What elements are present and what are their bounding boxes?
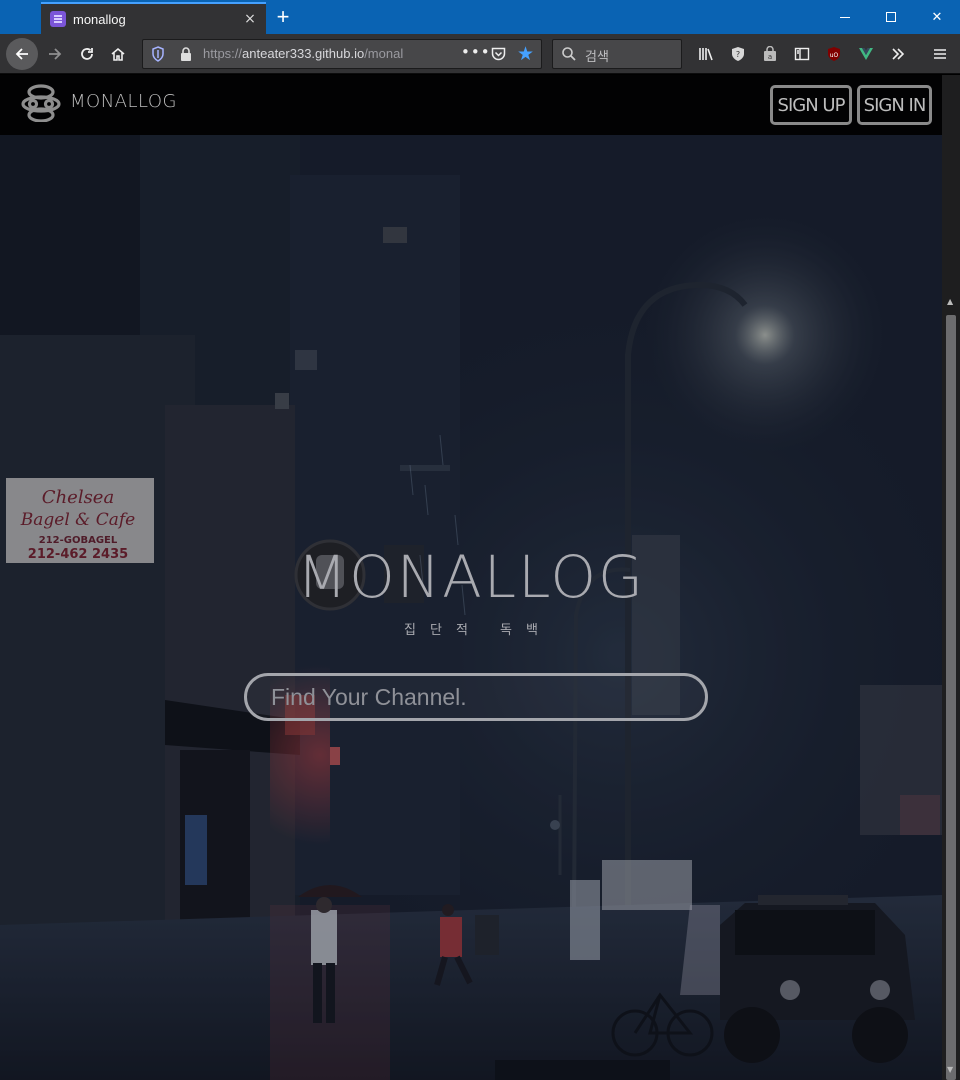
close-icon[interactable]: × xyxy=(240,9,260,29)
url-path: /monal xyxy=(364,46,404,61)
shopping-bag-icon[interactable]: a xyxy=(758,42,782,66)
search-placeholder: 검색 xyxy=(585,50,609,65)
tab-title: monallog xyxy=(73,11,126,27)
browser-toolbar: https://anteater333.github.io/monal ••• … xyxy=(0,34,960,74)
home-icon xyxy=(111,47,125,61)
arrow-left-icon xyxy=(15,48,28,60)
address-bar[interactable]: https://anteater333.github.io/monal ••• … xyxy=(142,39,542,69)
lock-icon[interactable] xyxy=(179,46,193,62)
svg-text:?: ? xyxy=(736,50,740,59)
ublock-origin-icon[interactable]: uO xyxy=(822,42,846,66)
page-scrollbar[interactable]: ▲ ▼ xyxy=(942,75,960,1080)
scroll-down-arrow-icon[interactable]: ▼ xyxy=(947,1065,953,1074)
arrow-right-icon xyxy=(49,48,62,60)
site-brand[interactable]: MONALLOG xyxy=(70,91,177,112)
hamburger-menu-icon[interactable] xyxy=(928,42,952,66)
pocket-icon[interactable] xyxy=(491,47,506,61)
scrollbar-thumb[interactable] xyxy=(946,315,956,1080)
channel-search-input[interactable] xyxy=(244,673,708,721)
url-host: anteater333.github.io xyxy=(242,46,365,61)
page-icon xyxy=(50,11,66,27)
monallog-logo-icon[interactable] xyxy=(20,84,62,122)
back-button[interactable] xyxy=(6,38,38,70)
page-viewport: MONALLOG SIGN UP SIGN IN Chelsea Bagel &… xyxy=(0,75,942,1080)
scroll-up-arrow-icon[interactable]: ▲ xyxy=(947,297,953,306)
shield-icon[interactable] xyxy=(151,46,165,62)
reload-icon xyxy=(81,48,93,60)
hero-section: Chelsea Bagel & Cafe 212-GOBAGEL 212-462… xyxy=(0,135,942,1080)
search-box[interactable]: 검색 xyxy=(552,39,682,69)
svg-text:a: a xyxy=(768,53,772,61)
sidebar-icon[interactable] xyxy=(790,42,814,66)
search-icon xyxy=(562,47,576,61)
browser-titlebar: monallog × + ✕ xyxy=(0,0,960,34)
site-header: MONALLOG SIGN UP SIGN IN xyxy=(0,75,942,135)
home-button[interactable] xyxy=(103,39,133,69)
maximize-icon[interactable] xyxy=(868,0,914,34)
overflow-menu-icon[interactable] xyxy=(886,42,910,66)
library-icon[interactable] xyxy=(694,42,718,66)
privacy-badger-icon[interactable]: ? xyxy=(726,42,750,66)
reload-button[interactable] xyxy=(72,39,102,69)
vue-devtools-icon[interactable] xyxy=(854,42,878,66)
url-text: https://anteater333.github.io/monal xyxy=(203,46,433,61)
forward-button[interactable] xyxy=(40,39,70,69)
minimize-icon[interactable] xyxy=(822,0,868,34)
sign-up-button[interactable]: SIGN UP xyxy=(770,85,852,125)
svg-text:uO: uO xyxy=(830,52,839,59)
hero-tagline: 집단적 독백 xyxy=(404,623,552,638)
hero-title: MONALLOG xyxy=(297,543,645,611)
page-actions-icon[interactable]: ••• xyxy=(461,43,491,61)
bookmark-star-icon[interactable]: ★ xyxy=(517,43,534,65)
new-tab-button[interactable]: + xyxy=(270,4,296,30)
sign-in-button[interactable]: SIGN IN xyxy=(857,85,932,125)
browser-tab-active[interactable]: monallog × xyxy=(41,2,266,34)
url-scheme: https:// xyxy=(203,46,243,61)
window-close-icon[interactable]: ✕ xyxy=(914,0,960,34)
